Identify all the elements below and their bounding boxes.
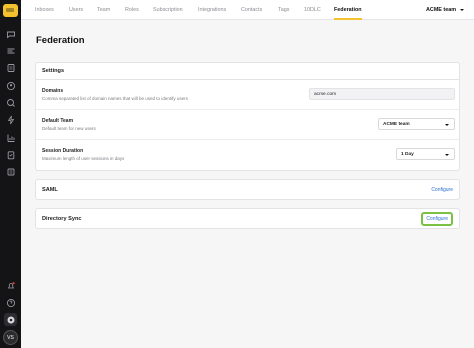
default-team-select[interactable]: ACME team [378, 118, 455, 130]
domains-row: Domains Comma separated list of domain n… [36, 80, 459, 110]
contacts-icon[interactable] [4, 79, 17, 92]
session-duration-value: 1 Day [401, 151, 414, 157]
avatar[interactable]: VS [3, 330, 18, 345]
session-duration-select[interactable]: 1 Day [396, 148, 455, 160]
help-icon[interactable] [4, 296, 17, 309]
tab-contacts[interactable]: Contacts [241, 0, 262, 20]
settings-icon[interactable] [4, 313, 17, 326]
page-title: Federation [36, 35, 85, 46]
team-switcher-label: ACME team [426, 7, 456, 13]
default-team-value: ACME team [383, 121, 410, 127]
default-team-description: Default team for new users [42, 126, 96, 131]
top-nav: Inboxes Users Team Roles Subscription In… [21, 0, 474, 20]
bell-icon[interactable] [4, 279, 17, 292]
chevron-down-icon [445, 153, 449, 156]
chevron-down-icon [445, 123, 449, 126]
report-icon[interactable] [4, 131, 17, 144]
settings-header: Settings [36, 63, 459, 80]
domains-input[interactable]: acme.com [309, 88, 455, 100]
default-team-row: Default Team Default team for new users … [36, 110, 459, 140]
list-icon[interactable] [4, 165, 17, 178]
saml-title: SAML [42, 186, 58, 193]
chevron-down-icon [460, 9, 464, 11]
sidebar: VS [0, 0, 21, 348]
tab-federation[interactable]: Federation [334, 0, 362, 20]
main-content: Federation Settings Domains Comma separa… [21, 21, 474, 348]
directory-sync-card: Directory Sync Configure [35, 208, 460, 229]
chat-icon[interactable] [4, 27, 17, 40]
settings-card: Settings Domains Comma separated list of… [35, 62, 460, 171]
tab-roles[interactable]: Roles [125, 0, 139, 20]
session-duration-description: Maximum length of user sessions in days [42, 156, 125, 161]
tab-10dlc[interactable]: 10DLC [304, 0, 321, 20]
tab-subscription[interactable]: Subscription [153, 0, 183, 20]
session-duration-row: Session Duration Maximum length of user … [36, 140, 459, 170]
directory-sync-configure-link[interactable]: Configure [421, 211, 453, 226]
broadcast-icon[interactable] [4, 96, 17, 109]
app-logo[interactable] [3, 4, 18, 17]
filters-icon[interactable] [4, 44, 17, 57]
document-icon[interactable] [4, 61, 17, 74]
tab-integrations[interactable]: Integrations [198, 0, 226, 20]
tab-inboxes[interactable]: Inboxes [35, 0, 54, 20]
bolt-icon[interactable] [4, 113, 17, 126]
domains-label: Domains [42, 88, 64, 94]
saml-card: SAML Configure [35, 179, 460, 200]
session-duration-label: Session Duration [42, 148, 84, 154]
tab-users[interactable]: Users [69, 0, 83, 20]
default-team-label: Default Team [42, 118, 74, 124]
saml-configure-link[interactable]: Configure [431, 187, 453, 193]
avatar-initials: VS [7, 334, 14, 341]
tab-tags[interactable]: Tags [278, 0, 289, 20]
directory-sync-title: Directory Sync [42, 215, 82, 222]
domains-description: Comma separated list of domain names tha… [42, 96, 188, 101]
tab-team[interactable]: Team [97, 0, 110, 20]
team-switcher[interactable]: ACME team [426, 0, 464, 20]
clipboard-icon[interactable] [4, 148, 17, 161]
